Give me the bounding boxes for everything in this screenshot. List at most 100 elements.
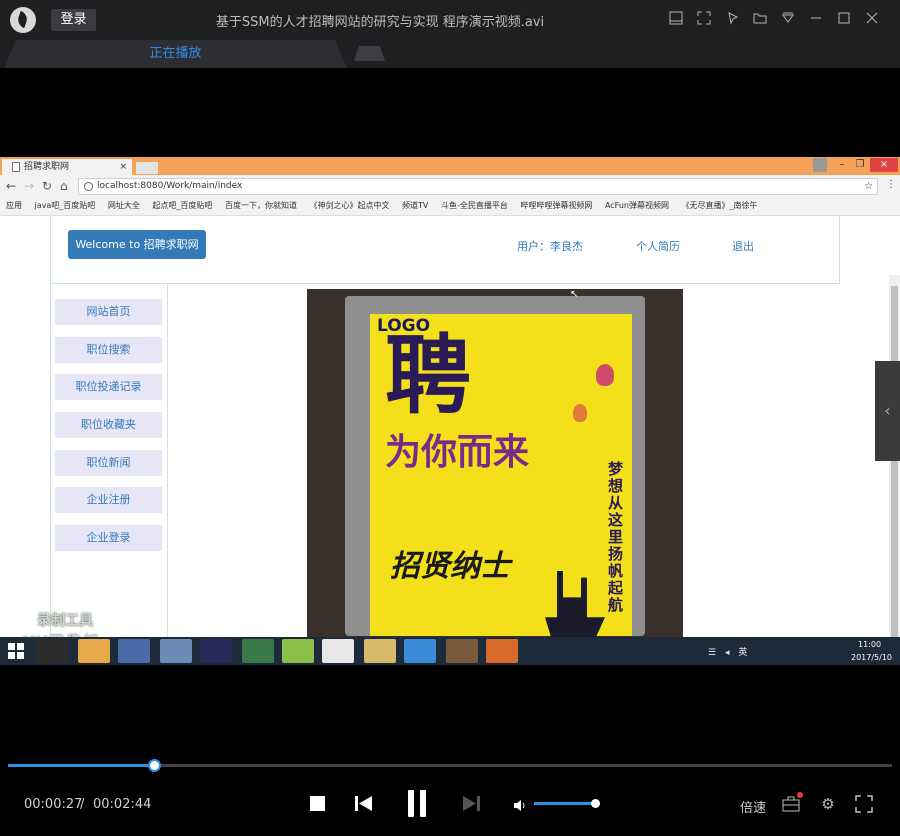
bookmark-item[interactable]: 《无尽直播》_南徐午: [682, 201, 758, 210]
speed-button[interactable]: 倍速: [740, 797, 766, 816]
screenshot-icon[interactable]: [696, 11, 712, 27]
mouse-cursor-icon: ↖: [570, 289, 579, 300]
pin-icon[interactable]: [724, 11, 740, 27]
balloon-icon: [596, 364, 614, 386]
poster-subtitle: 招贤纳士: [390, 549, 510, 584]
current-time: 00:00:27: [24, 797, 83, 812]
web-page: Welcome to 招聘求职网 用户：李良杰 个人简历 退出 网站首页 职位搜…: [0, 216, 900, 637]
taskbar-recorder-icon[interactable]: [486, 639, 518, 663]
bookmark-item[interactable]: 网址大全: [108, 201, 140, 210]
app-logo-icon: [10, 7, 36, 33]
settings-gear-icon[interactable]: ⚙: [819, 795, 837, 813]
bookmark-item[interactable]: 《神剑之心》起点中文: [310, 201, 390, 210]
bookmark-item[interactable]: 频道TV: [402, 201, 428, 210]
bookmark-item[interactable]: java吧_百度贴吧: [35, 201, 96, 210]
logout-link[interactable]: 退出: [732, 238, 754, 254]
menu-item-job-search[interactable]: 职位搜索: [55, 337, 162, 363]
resume-link[interactable]: 个人简历: [636, 238, 680, 254]
menu-item-news[interactable]: 职位新闻: [55, 450, 162, 476]
taskbar-app-icon[interactable]: [118, 639, 150, 663]
taskbar-app-icon[interactable]: [242, 639, 274, 663]
new-tab-button[interactable]: [354, 46, 385, 61]
windows-start-icon[interactable]: [8, 643, 24, 659]
browser-restore-icon[interactable]: ❐: [850, 158, 870, 172]
browser-new-tab-button[interactable]: [136, 162, 158, 174]
previous-button[interactable]: [355, 795, 373, 812]
taskbar-app-icon[interactable]: [282, 639, 314, 663]
address-bar[interactable]: localhost:8080/Work/main/index ☆: [78, 178, 878, 195]
user-name-link[interactable]: 用户：李良杰: [517, 238, 583, 254]
volume-tray-icon[interactable]: ◂: [725, 648, 730, 658]
forward-arrow-icon[interactable]: →: [24, 179, 34, 193]
clock-date: 2017/5/10: [851, 653, 893, 662]
toolbox-icon[interactable]: [782, 792, 803, 813]
balloon-icon: [573, 404, 587, 422]
total-time: 00:02:44: [93, 797, 152, 812]
menu-item-company-register[interactable]: 企业注册: [55, 487, 162, 513]
clock-time: 11:00: [858, 640, 882, 649]
bookmark-item[interactable]: AcFun弹幕视频网: [605, 201, 669, 210]
poster-side-text: 梦想从这里扬帆起航: [608, 460, 624, 614]
page-scrollbar-thumb[interactable]: [891, 286, 898, 637]
bookmark-item[interactable]: 百度一下，你就知道: [225, 201, 297, 210]
tab-close-icon[interactable]: ×: [119, 159, 127, 175]
fullscreen-icon[interactable]: [855, 795, 873, 813]
watermark-line1: 录制工具: [37, 613, 93, 629]
pause-button[interactable]: [406, 790, 428, 817]
next-button[interactable]: [462, 795, 480, 812]
taskbar-app-icon[interactable]: [446, 639, 478, 663]
time-separator: /: [80, 797, 85, 812]
bookmark-item[interactable]: 起点吧_百度贴吧: [152, 201, 212, 210]
wifi-icon[interactable]: ☰: [708, 648, 716, 658]
volume-handle[interactable]: [591, 799, 600, 808]
chevron-left-icon: ‹: [884, 401, 891, 420]
taskbar-terminal-icon[interactable]: [36, 639, 68, 663]
browser-menu-icon[interactable]: ⋮: [886, 179, 896, 190]
volume-icon[interactable]: [514, 797, 528, 811]
bookmark-item[interactable]: 应用: [6, 201, 22, 210]
video-title: 基于SSM的人才招聘网站的研究与实现 程序演示视频.avi: [215, 15, 545, 30]
url-text: localhost:8080/Work/main/index: [97, 181, 243, 191]
page-icon: [12, 162, 20, 172]
taskbar-explorer-icon[interactable]: [364, 639, 396, 663]
side-panel-toggle[interactable]: ‹: [875, 361, 900, 461]
user-avatar-icon[interactable]: [813, 158, 827, 172]
info-icon: [84, 182, 93, 191]
close-icon[interactable]: [864, 11, 880, 27]
watermark-line2: KK录像机: [22, 629, 99, 637]
welcome-button[interactable]: Welcome to 招聘求职网: [68, 230, 206, 259]
ime-indicator[interactable]: 英: [738, 648, 747, 658]
menu-item-favorites[interactable]: 职位收藏夹: [55, 412, 162, 438]
stop-button[interactable]: [310, 796, 325, 811]
bookmark-item[interactable]: 哔哩哔哩弹幕视频网: [520, 201, 592, 210]
home-icon[interactable]: ⌂: [60, 179, 68, 193]
menu-item-applications[interactable]: 职位投递记录: [55, 374, 162, 400]
taskbar-app-icon[interactable]: [160, 639, 192, 663]
seek-bar-progress: [8, 764, 154, 767]
reload-icon[interactable]: ↻: [42, 179, 52, 193]
bookmark-item[interactable]: 斗鱼-全民直播平台: [441, 201, 508, 210]
login-button[interactable]: 登录: [51, 9, 96, 31]
volume-slider[interactable]: [534, 802, 596, 805]
notification-dot: [797, 792, 803, 798]
taskbar-app-icon[interactable]: [78, 639, 110, 663]
taskbar-chrome-icon[interactable]: [322, 639, 354, 663]
browser-close-icon[interactable]: ×: [870, 158, 898, 172]
menu-item-company-login[interactable]: 企业登录: [55, 525, 162, 551]
browser-minimize-icon[interactable]: –: [832, 158, 852, 172]
skin-dropdown-icon[interactable]: [780, 11, 796, 27]
mini-mode-icon[interactable]: [668, 11, 684, 27]
back-arrow-icon[interactable]: ←: [6, 179, 16, 193]
bookmarks-bar: 应用 java吧_百度贴吧 网址大全 起点吧_百度贴吧 百度一下，你就知道 《神…: [0, 200, 900, 216]
menu-item-home[interactable]: 网站首页: [55, 299, 162, 325]
taskbar-browser-icon[interactable]: [404, 639, 436, 663]
tab-now-playing[interactable]: 正在播放: [4, 40, 347, 68]
folder-icon[interactable]: [752, 11, 768, 27]
minimize-icon[interactable]: [808, 11, 824, 27]
maximize-icon[interactable]: [836, 11, 852, 27]
poster-headline: 聘: [385, 326, 471, 426]
browser-tab[interactable]: 招聘求职网 ×: [2, 159, 132, 175]
seek-handle[interactable]: [147, 759, 161, 772]
star-icon[interactable]: ☆: [864, 179, 873, 194]
taskbar-eclipse-icon[interactable]: [200, 639, 232, 663]
